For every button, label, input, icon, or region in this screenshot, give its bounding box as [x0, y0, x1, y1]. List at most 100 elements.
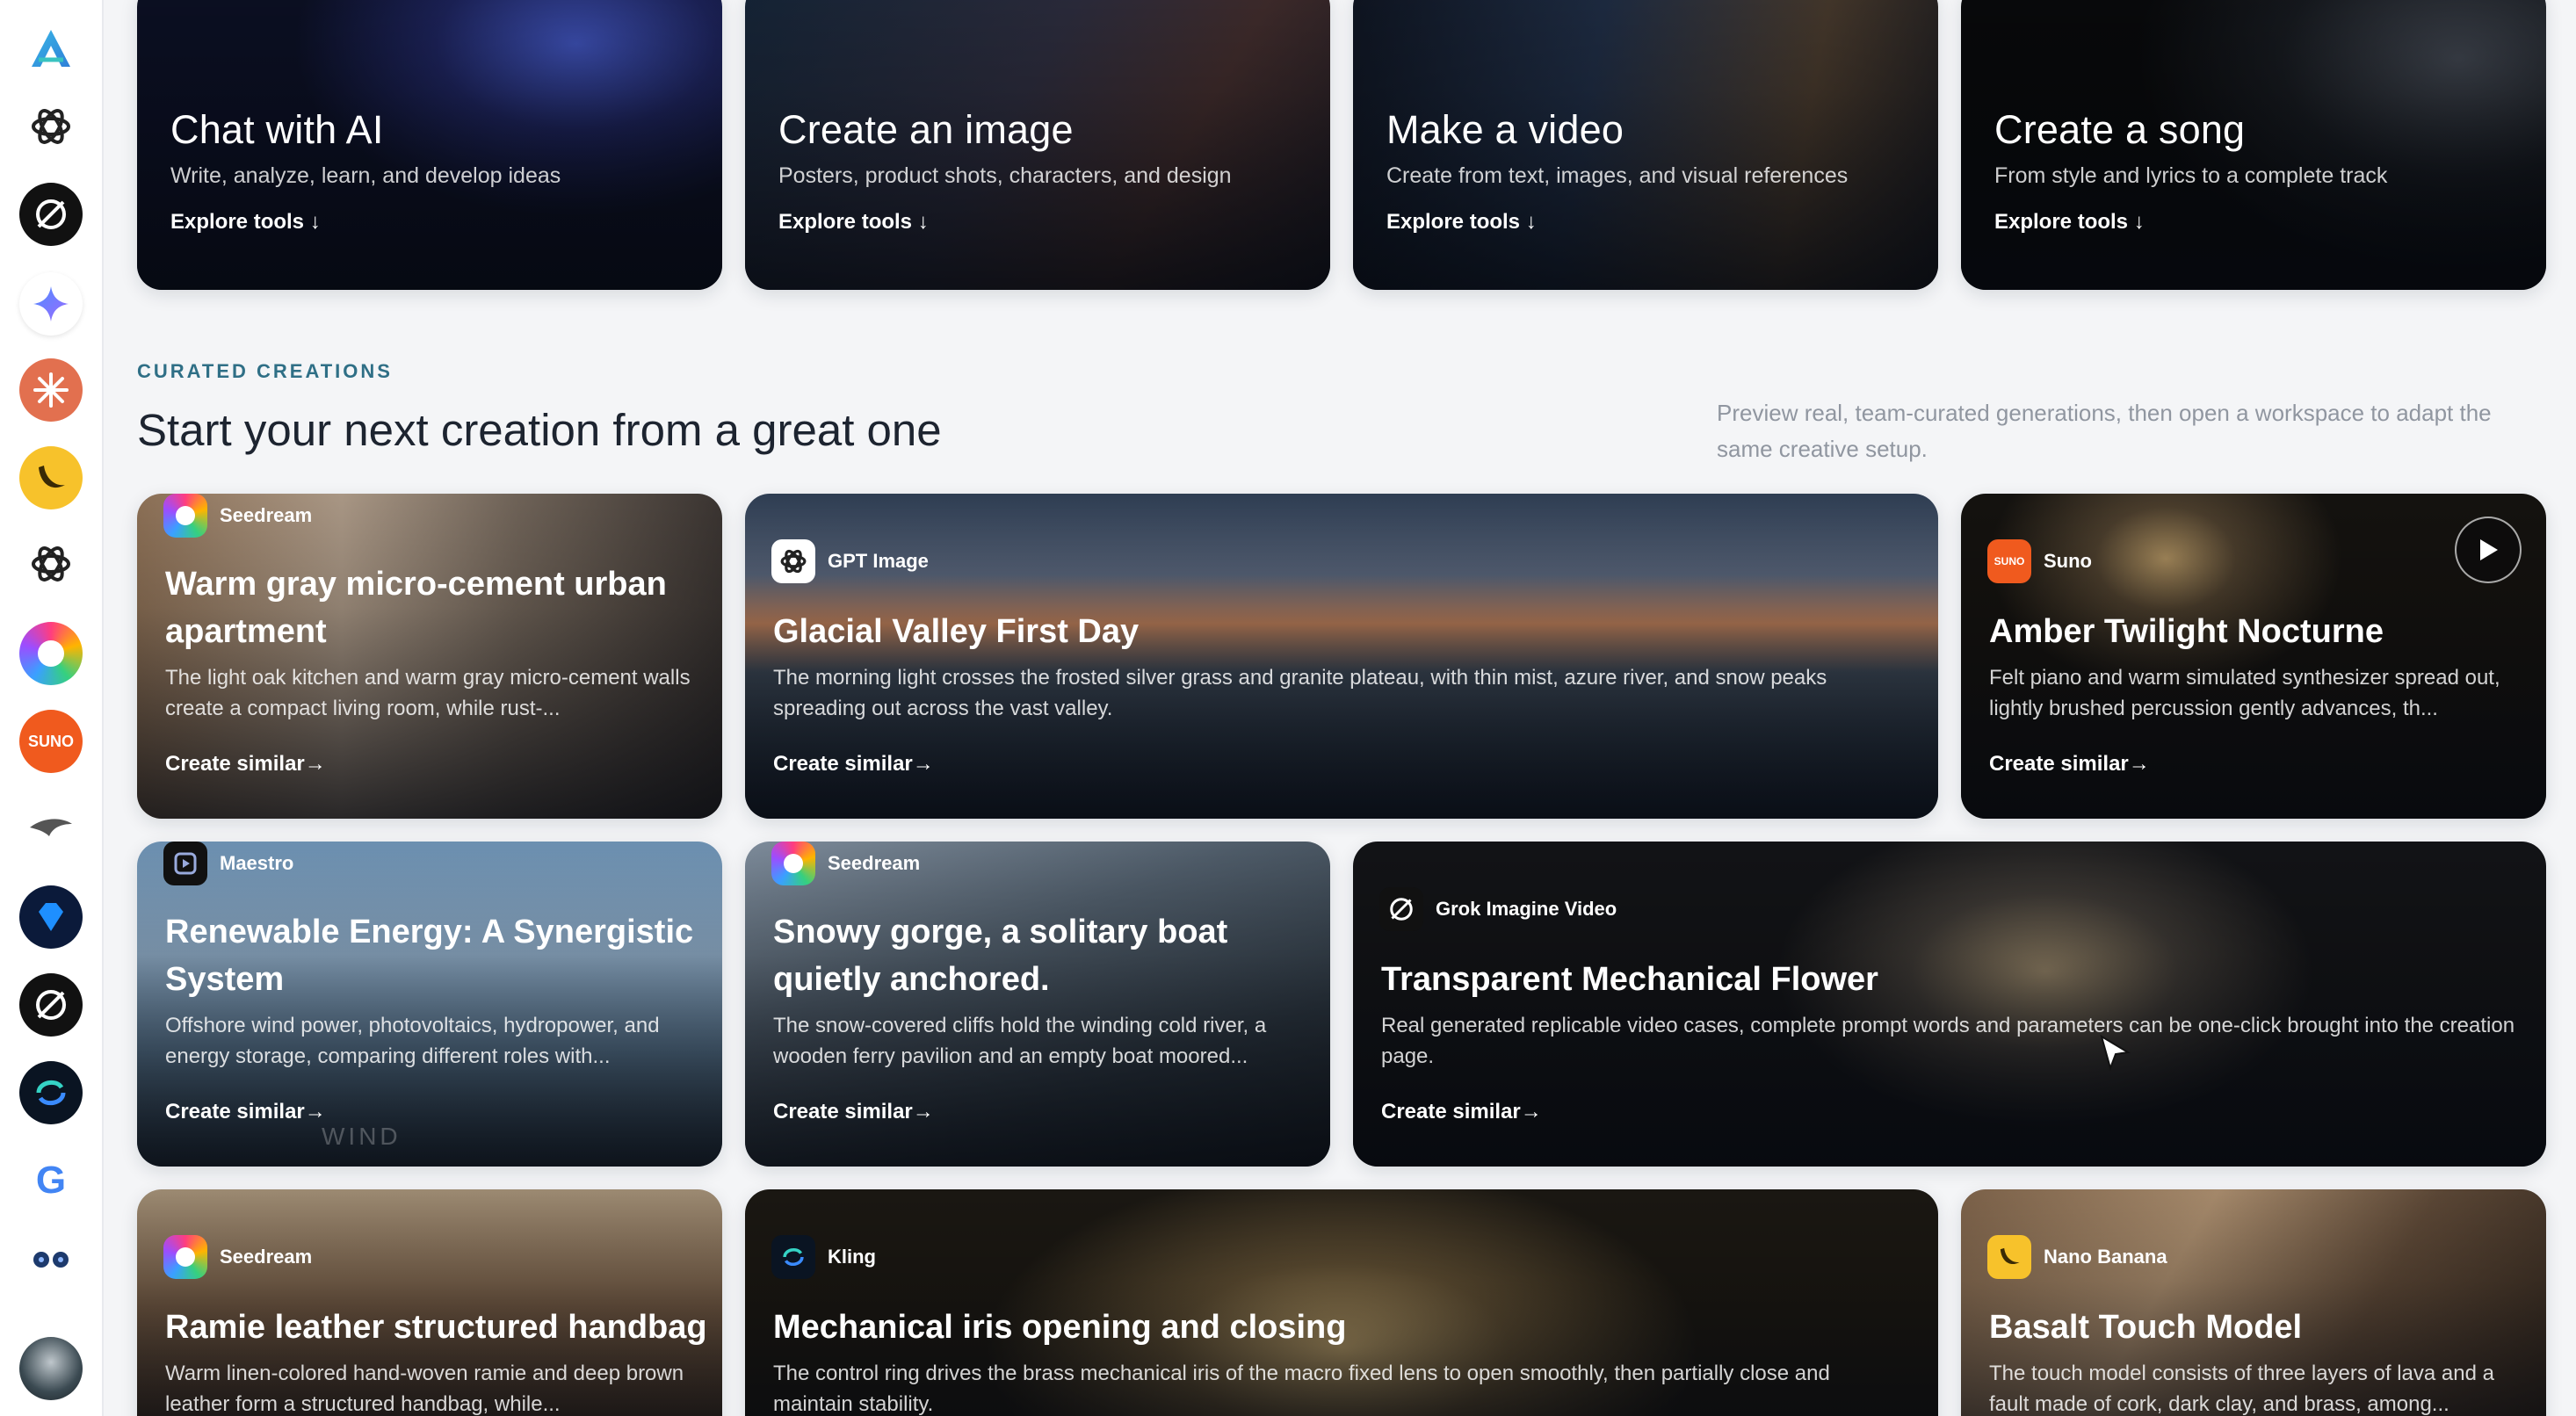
model-badge: SUNO Suno — [1987, 539, 2092, 583]
suno-icon[interactable]: SUNO — [19, 710, 83, 773]
section-description: Preview real, team-curated generations, … — [1717, 400, 2492, 462]
creation-description: Offshore wind power, photovoltaics, hydr… — [165, 1014, 660, 1068]
category-subtitle: From style and lyrics to a complete trac… — [1994, 163, 2388, 188]
creation-card[interactable]: Kling Mechanical iris opening and closin… — [745, 1189, 1938, 1416]
model-badge: Nano Banana — [1987, 1235, 2167, 1279]
section-title: Start your next creation from a great on… — [137, 405, 942, 455]
creation-description: Real generated replicable video cases, c… — [1381, 1014, 2515, 1068]
creation-description: The light oak kitchen and warm gray micr… — [165, 666, 691, 720]
creation-title: Renewable Energy: A Synergistic System — [165, 914, 694, 998]
create-similar-link[interactable]: Create similar→ — [773, 1100, 934, 1124]
user-avatar[interactable] — [19, 1337, 83, 1400]
creation-description: Felt piano and warm simulated synthesize… — [1989, 666, 2500, 720]
create-similar-link[interactable]: Create similar→ — [1989, 752, 2150, 777]
creation-card[interactable]: GPT Image Glacial Valley First Day The m… — [745, 494, 1938, 819]
creation-description: The touch model consists of three layers… — [1989, 1362, 2494, 1416]
google-icon-label: G — [35, 1159, 67, 1202]
openai-icon — [771, 539, 815, 583]
sidebar: SUNO G — [0, 0, 104, 1416]
dots-icon[interactable] — [19, 1228, 83, 1291]
create-similar-link[interactable]: Create similar→ — [773, 752, 934, 777]
app-logo-icon[interactable] — [19, 18, 83, 81]
creation-title: Warm gray micro-cement urban apartment — [165, 566, 667, 650]
creation-description: The snow-covered cliffs hold the winding… — [773, 1014, 1267, 1068]
category-card-video[interactable]: Make a video Create from text, images, a… — [1353, 0, 1938, 290]
create-similar-link[interactable]: Create similar→ — [165, 752, 326, 777]
diamond-icon[interactable] — [19, 885, 83, 949]
category-card-song[interactable]: Create a song From style and lyrics to a… — [1961, 0, 2546, 290]
creation-card[interactable]: Seedream Snowy gorge, a solitary boat qu… — [745, 842, 1330, 1167]
creation-description: The morning light crosses the frosted si… — [773, 666, 1827, 720]
model-badge: Seedream — [163, 494, 312, 538]
create-similar-link[interactable]: Create similar→ — [165, 1100, 326, 1124]
maestro-icon — [163, 842, 207, 885]
model-badge: Kling — [771, 1235, 876, 1279]
creation-title: Glacial Valley First Day — [773, 613, 1140, 650]
suno-icon-label: SUNO — [27, 732, 74, 750]
creation-card[interactable]: Seedream Ramie leather structured handba… — [137, 1189, 722, 1416]
creation-title: Snowy gorge, a solitary boat quietly anc… — [773, 914, 1228, 998]
model-name: Maestro — [220, 852, 294, 874]
explore-tools-link[interactable]: Explore tools ↓ — [1994, 210, 2145, 235]
model-name: Kling — [828, 1246, 876, 1268]
grok-icon-2[interactable] — [19, 973, 83, 1037]
seedream-icon[interactable] — [19, 622, 83, 685]
creation-title: Transparent Mechanical Flower — [1381, 961, 1878, 998]
openai-icon[interactable] — [19, 95, 83, 158]
category-title: Make a video — [1386, 107, 1624, 152]
seedream-icon — [771, 842, 815, 885]
watermark-text: WIND — [322, 1123, 402, 1150]
model-badge: Seedream — [771, 842, 920, 885]
app-root: SUNO G Chat with AI Write, analyze, lear… — [0, 0, 2576, 1416]
grok-icon — [1379, 887, 1423, 931]
wing-icon[interactable] — [19, 798, 83, 861]
kling-icon[interactable] — [19, 1061, 83, 1124]
model-badge: Grok Imagine Video — [1379, 887, 1617, 931]
openai-icon-2[interactable] — [19, 532, 83, 596]
main-content: Chat with AI Write, analyze, learn, and … — [104, 0, 2576, 1416]
category-card-image[interactable]: Create an image Posters, product shots, … — [745, 0, 1330, 290]
explore-tools-link[interactable]: Explore tools ↓ — [1386, 210, 1537, 235]
model-badge: Seedream — [163, 1235, 312, 1279]
creation-card[interactable]: Grok Imagine Video Transparent Mechanica… — [1353, 842, 2546, 1167]
cursor-icon — [2100, 1034, 2131, 1072]
seedream-icon — [163, 494, 207, 538]
suno-icon: SUNO — [1987, 539, 2031, 583]
creation-card[interactable]: SUNO Suno Amber Twilight Nocturne Felt p… — [1961, 494, 2546, 819]
explore-tools-link[interactable]: Explore tools ↓ — [170, 210, 321, 235]
creation-card[interactable]: WIND Maestro Renewable Energy: A Synergi… — [137, 842, 722, 1167]
model-badge: Maestro — [163, 842, 293, 885]
create-similar-link[interactable]: Create similar→ — [1381, 1100, 1542, 1124]
gemini-icon[interactable] — [19, 272, 83, 336]
model-name: Seedream — [220, 504, 313, 526]
category-subtitle: Posters, product shots, characters, and … — [778, 163, 1232, 188]
section-eyebrow: CURATED CREATIONS — [137, 360, 393, 382]
creation-card[interactable]: Nano Banana Basalt Touch Model The touch… — [1961, 1189, 2546, 1416]
category-title: Chat with AI — [170, 107, 384, 152]
model-badge: GPT Image — [771, 539, 929, 583]
banana-icon[interactable] — [19, 446, 83, 509]
model-name: Suno — [2044, 550, 2092, 572]
grok-icon[interactable] — [19, 183, 83, 246]
category-subtitle: Create from text, images, and visual ref… — [1386, 163, 1849, 188]
model-name: GPT Image — [828, 550, 929, 572]
category-card-chat[interactable]: Chat with AI Write, analyze, learn, and … — [137, 0, 722, 290]
model-name: Grok Imagine Video — [1436, 898, 1617, 920]
kling-icon — [771, 1235, 815, 1279]
creation-title: Mechanical iris opening and closing — [773, 1309, 1347, 1346]
creation-title: Basalt Touch Model — [1989, 1309, 2303, 1346]
creation-card[interactable]: Seedream Warm gray micro-cement urban ap… — [137, 494, 722, 819]
model-name: Seedream — [828, 852, 921, 874]
claude-icon[interactable] — [19, 358, 83, 422]
suno-logo-text: SUNO — [1994, 555, 2025, 567]
play-button[interactable] — [2455, 517, 2522, 583]
creation-title: Amber Twilight Nocturne — [1989, 613, 2384, 650]
creation-title: Ramie leather structured handbag — [165, 1309, 707, 1346]
explore-tools-link[interactable]: Explore tools ↓ — [778, 210, 929, 235]
play-icon — [2480, 539, 2498, 560]
category-title: Create a song — [1994, 107, 2246, 152]
creation-description: The control ring drives the brass mechan… — [773, 1362, 1830, 1416]
category-subtitle: Write, analyze, learn, and develop ideas — [170, 163, 561, 188]
google-icon[interactable]: G — [19, 1149, 83, 1212]
category-title: Create an image — [778, 107, 1074, 152]
